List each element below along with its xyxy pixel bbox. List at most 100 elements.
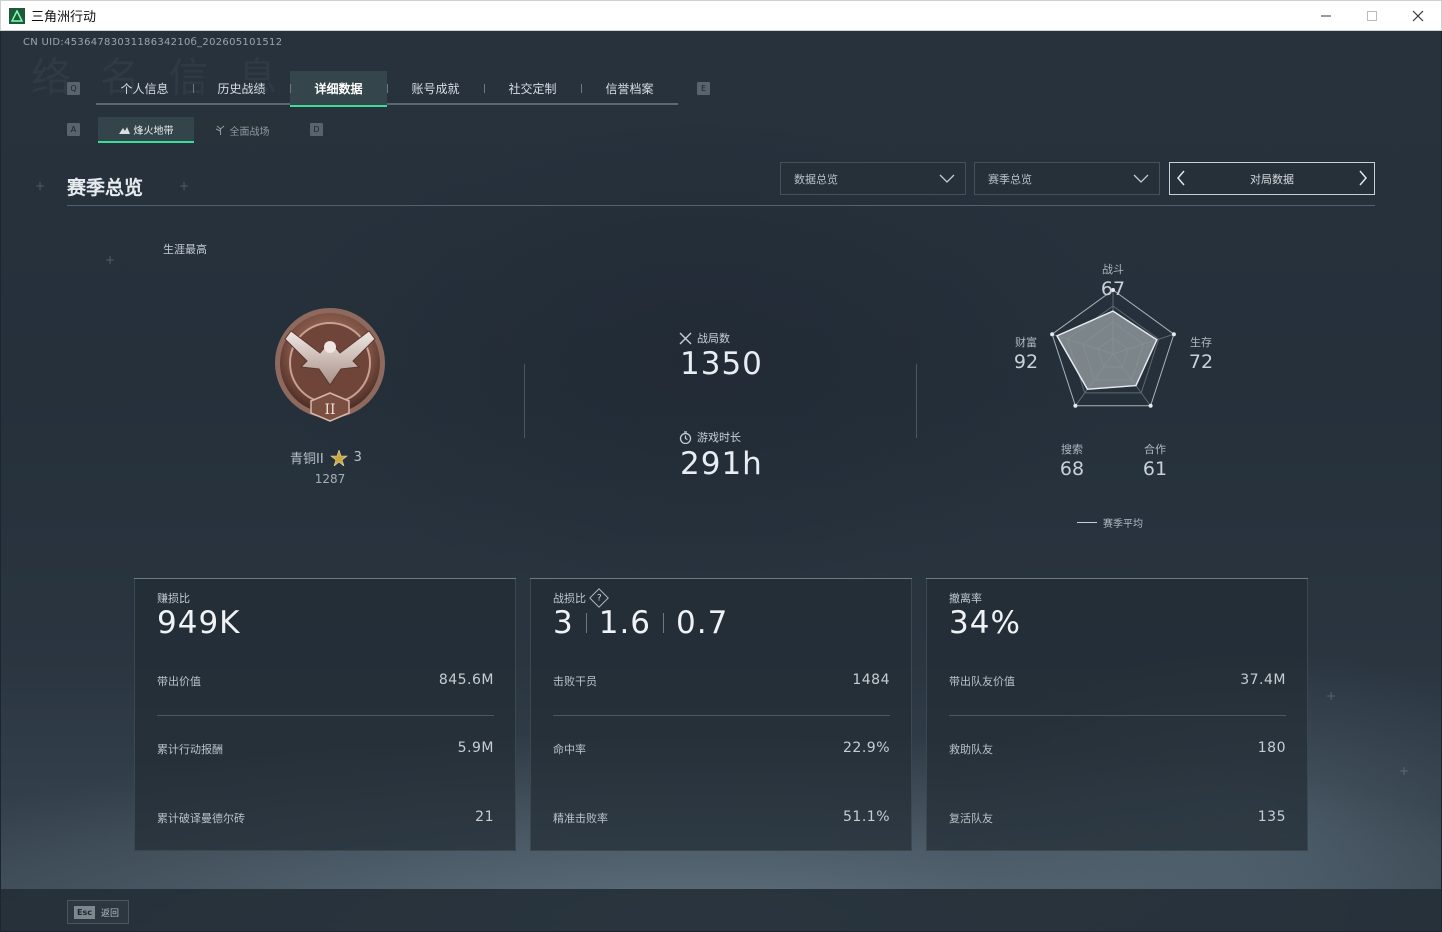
radar-label-search: 搜索 — [1061, 443, 1083, 456]
section-title: 赛季总览 — [67, 177, 144, 199]
stat-row: 带出价值 845.6M — [157, 672, 494, 691]
match-data-pager: 对局数据 — [1169, 162, 1375, 195]
chevron-left-icon[interactable] — [1176, 170, 1186, 186]
bronze-rank-medal-icon: II — [275, 308, 385, 422]
card-main-value: 34% — [949, 605, 1021, 641]
profit-loss-card: 赚损比 949K 带出价值 845.6M 累计行动报酬 5.9M 累计破译曼德尔… — [134, 578, 516, 851]
stat-row: 带出队友价值 37.4M — [949, 672, 1286, 691]
crosshair-decoration: + — [1399, 764, 1410, 778]
rank-name: 青铜II — [290, 452, 324, 467]
playtime-label: 游戏时长 — [697, 431, 741, 444]
rank-score: 1287 — [314, 472, 346, 486]
subtab-label: 全面战场 — [229, 126, 270, 138]
radar-axis-dot — [1050, 332, 1055, 337]
close-icon — [1412, 10, 1424, 22]
radar-label-combat: 战斗 — [1102, 263, 1124, 276]
value-separator — [585, 613, 587, 633]
radar-value-survival: 72 — [1188, 351, 1214, 373]
row-value: 37.4M — [1240, 672, 1286, 688]
game-viewport: 络 名 信 息 CN UID:4536478303118634210б_2026… — [1, 31, 1441, 931]
season-overview-dropdown[interactable]: 赛季总览 — [974, 162, 1160, 195]
chevron-down-icon — [1133, 174, 1149, 183]
row-label: 击败干员 — [553, 675, 597, 688]
row-label: 累计破译曼德尔砖 — [157, 812, 245, 825]
crosshair-decoration: + — [35, 179, 46, 193]
tab-achievements[interactable]: 账号成就 — [387, 71, 484, 105]
row-value: 845.6M — [438, 672, 494, 688]
row-label: 命中率 — [553, 743, 586, 756]
back-label: 返回 — [100, 908, 119, 919]
rank-stars: 3 — [353, 450, 362, 465]
radar-label-survival: 生存 — [1190, 336, 1212, 349]
tab-match-history[interactable]: 历史战绩 — [193, 71, 290, 105]
medal-numeral: II — [324, 402, 335, 418]
row-value: 1484 — [852, 672, 890, 688]
main-value: 3 — [553, 605, 574, 641]
radar-value-search: 68 — [1059, 458, 1085, 480]
row-label: 救助队友 — [949, 743, 993, 756]
card-label: 战损比 — [553, 592, 586, 605]
row-label: 精准击败率 — [553, 812, 608, 825]
crosshair-decoration: + — [1326, 689, 1337, 703]
esc-key-hint: Esc — [74, 905, 95, 919]
stat-row: 复活队友 135 — [949, 809, 1286, 828]
stat-row: 精准击败率 51.1% — [553, 809, 890, 828]
row-label: 带出价值 — [157, 675, 201, 688]
data-overview-dropdown[interactable]: 数据总览 — [780, 162, 966, 195]
dropdown-value: 赛季总览 — [988, 172, 1032, 186]
stat-row: 累计破译曼德尔砖 21 — [157, 809, 494, 828]
dropdown-value: 数据总览 — [794, 172, 838, 186]
radar-legend: 赛季平均 — [1077, 515, 1143, 530]
radar-value-wealth: 92 — [1013, 351, 1039, 373]
row-label: 带出队友价值 — [949, 675, 1015, 688]
window-titlebar: 三角洲行动 — [0, 0, 1442, 31]
subtab-full-battlefield[interactable]: 全面战场 — [194, 117, 290, 143]
radar-label-cooperation: 合作 — [1144, 443, 1166, 456]
radar-value-combat: 67 — [1100, 278, 1126, 300]
row-label: 累计行动报酬 — [157, 743, 223, 756]
row-divider — [157, 715, 494, 716]
back-button[interactable]: Esc 返回 — [67, 900, 129, 924]
row-value: 135 — [1257, 809, 1286, 825]
subtab-hazard-zone[interactable]: 烽火地带 — [98, 117, 194, 143]
key-hint-q: Q — [67, 82, 80, 95]
row-value: 5.9M — [457, 740, 494, 756]
mode-subtabs: 烽火地带 全面战场 — [98, 117, 290, 143]
row-value: 180 — [1257, 740, 1286, 756]
minimize-icon — [1321, 15, 1331, 17]
maximize-icon — [1367, 11, 1377, 21]
star-icon — [329, 449, 348, 466]
stat-row: 救助队友 180 — [949, 740, 1286, 759]
tab-social-custom[interactable]: 社交定制 — [484, 71, 581, 105]
career-best-label: 生涯最高 — [163, 243, 207, 256]
key-hint-e: E — [697, 82, 710, 95]
tab-personal-info[interactable]: 个人信息 — [96, 71, 193, 105]
extraction-rate-card: 撤离率 34% 带出队友价值 37.4M 救助队友 180 复活队友 135 — [926, 578, 1308, 851]
row-divider — [949, 715, 1286, 716]
main-value: 34% — [949, 605, 1021, 641]
close-button[interactable] — [1395, 1, 1441, 31]
card-main-value: 3 1.6 0.7 — [553, 605, 728, 641]
column-divider — [916, 364, 917, 438]
chevron-right-icon[interactable] — [1358, 170, 1368, 186]
card-label-row: 战损比 ? — [553, 588, 609, 608]
row-value: 21 — [475, 809, 494, 825]
maximize-button[interactable] — [1349, 1, 1395, 31]
column-divider — [524, 364, 525, 438]
card-main-value: 949K — [157, 605, 241, 641]
row-label: 复活队友 — [949, 812, 993, 825]
main-tabs: 个人信息 历史战绩 详细数据 账号成就 社交定制 信誉档案 — [96, 71, 678, 107]
tab-detailed-data[interactable]: 详细数据 — [290, 71, 387, 107]
bottom-bar: Esc 返回 — [1, 889, 1441, 931]
tab-credit-record[interactable]: 信誉档案 — [581, 71, 678, 105]
main-value: 949K — [157, 605, 241, 641]
card-label: 撤离率 — [949, 592, 982, 605]
matches-label: 战局数 — [697, 332, 730, 345]
radar-value-polygon — [1055, 310, 1158, 390]
rank-name-row: 青铜II 3 — [290, 448, 362, 467]
crosshair-decoration: + — [105, 253, 116, 267]
minimize-button[interactable] — [1303, 1, 1349, 31]
chevron-down-icon — [939, 174, 955, 183]
pager-label: 对局数据 — [1250, 172, 1294, 186]
radar-axis-dot — [1148, 403, 1153, 408]
